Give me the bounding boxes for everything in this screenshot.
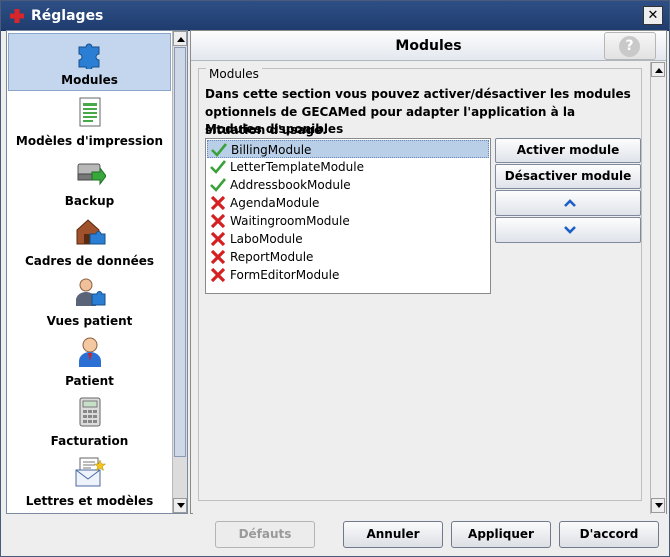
module-name: FormEditorModule [230, 268, 340, 282]
list-item-letter-template-module[interactable]: LetterTemplateModule [207, 158, 489, 176]
cross-icon [210, 213, 226, 229]
arrow-up-icon [177, 37, 185, 42]
puzzle-icon [78, 43, 100, 69]
sidebar-scrollbar[interactable] [172, 31, 187, 513]
sidebar-item-label: Modules [61, 73, 118, 87]
red-cross-icon [10, 9, 24, 23]
sidebar-item-label: Facturation [50, 434, 129, 448]
available-modules-label: Modules disponibles [205, 122, 344, 136]
panel-title: Modules [395, 38, 462, 54]
letter-icon [75, 457, 106, 487]
sidebar-item-patient-views[interactable]: Vues patient [8, 273, 171, 331]
backup-drive-icon [77, 163, 106, 186]
sidebar-item-data-frames[interactable]: Cadres de données [8, 213, 171, 271]
settings-sidebar: Modules Modèles d'impression Backup Cadr… [6, 30, 188, 514]
sidebar-item-billing[interactable]: Facturation [8, 393, 171, 451]
list-item-addressbook-module[interactable]: AddressbookModule [207, 176, 489, 194]
title-bar[interactable]: Réglages ✕ [1, 1, 669, 31]
scroll-up-button[interactable] [651, 62, 665, 77]
module-name: BillingModule [231, 143, 312, 157]
ok-button[interactable]: D'accord [559, 521, 659, 548]
scroll-up-button[interactable] [173, 31, 187, 46]
sidebar-item-backup[interactable]: Backup [8, 153, 171, 211]
apply-button[interactable]: Appliquer [451, 521, 551, 548]
list-item-waitingroom-module[interactable]: WaitingroomModule [207, 212, 489, 230]
sidebar-item-label: Patient [65, 374, 114, 388]
patient-views-icon [76, 278, 106, 306]
help-icon: ? [619, 36, 640, 57]
sidebar-item-patient[interactable]: Patient [8, 333, 171, 391]
scroll-down-button[interactable] [173, 498, 187, 513]
module-name: ReportModule [230, 250, 314, 264]
scroll-down-button[interactable] [651, 498, 665, 513]
list-item-agenda-module[interactable]: AgendaModule [207, 194, 489, 212]
window-title: Réglages [31, 8, 104, 24]
sidebar-item-label: Backup [64, 194, 115, 208]
sidebar-item-modules[interactable]: Modules [8, 33, 171, 91]
sidebar-item-label: Vues patient [46, 314, 133, 328]
arrow-down-icon [655, 503, 663, 508]
print-template-icon [79, 97, 101, 127]
close-button[interactable]: ✕ [643, 6, 663, 25]
scroll-thumb[interactable] [174, 47, 186, 457]
list-item-billing-module[interactable]: BillingModule [207, 140, 489, 158]
settings-window: Réglages ✕ Modules Modèles d'impression … [0, 0, 670, 557]
module-name: LetterTemplateModule [230, 160, 364, 174]
sidebar-item-label: Cadres de données [24, 254, 155, 268]
cross-icon [210, 249, 226, 265]
arrow-down-icon [177, 503, 185, 508]
chevron-down-icon [564, 226, 576, 234]
check-icon [210, 178, 226, 192]
check-icon [210, 160, 226, 174]
sidebar-item-print-templates[interactable]: Modèles d'impression [8, 93, 171, 151]
chevron-up-icon [564, 199, 576, 207]
cross-icon [210, 231, 226, 247]
module-name: LaboModule [230, 232, 303, 246]
activate-module-button[interactable]: Activer module [495, 138, 641, 163]
modules-content: Modules Dans cette section vous pouvez a… [193, 62, 650, 514]
arrow-up-icon [655, 68, 663, 73]
main-panel: Modules ? Modules Dans cette section vou… [190, 30, 667, 514]
calculator-icon [79, 397, 101, 427]
list-item-form-editor-module[interactable]: FormEditorModule [207, 266, 489, 284]
defaults-button[interactable]: Défauts [215, 521, 315, 548]
module-name: AddressbookModule [230, 178, 351, 192]
cross-icon [210, 267, 226, 283]
modules-section: Modules Dans cette section vous pouvez a… [198, 67, 642, 501]
module-name: AgendaModule [230, 196, 320, 210]
section-title: Modules [206, 67, 262, 81]
cross-icon [210, 195, 226, 211]
module-name: WaitingroomModule [230, 214, 350, 228]
list-item-labo-module[interactable]: LaboModule [207, 230, 489, 248]
sidebar-item-label: Modèles d'impression [15, 134, 164, 148]
cancel-button[interactable]: Annuler [343, 521, 443, 548]
data-frames-icon [76, 219, 106, 245]
sidebar-item-label: Lettres et modèles [25, 494, 154, 508]
patient-icon [79, 337, 101, 367]
list-item-report-module[interactable]: ReportModule [207, 248, 489, 266]
move-up-button[interactable] [495, 190, 641, 216]
deactivate-module-button[interactable]: Désactiver module [495, 164, 641, 189]
help-button[interactable]: ? [604, 32, 656, 60]
main-scrollbar[interactable] [650, 62, 666, 514]
panel-header: Modules ? [191, 31, 666, 61]
sidebar-item-letters[interactable]: Lettres et modèles [8, 453, 171, 511]
move-down-button[interactable] [495, 217, 641, 243]
check-icon [211, 143, 227, 157]
module-list[interactable]: BillingModule LetterTemplateModule Addre… [205, 138, 491, 294]
